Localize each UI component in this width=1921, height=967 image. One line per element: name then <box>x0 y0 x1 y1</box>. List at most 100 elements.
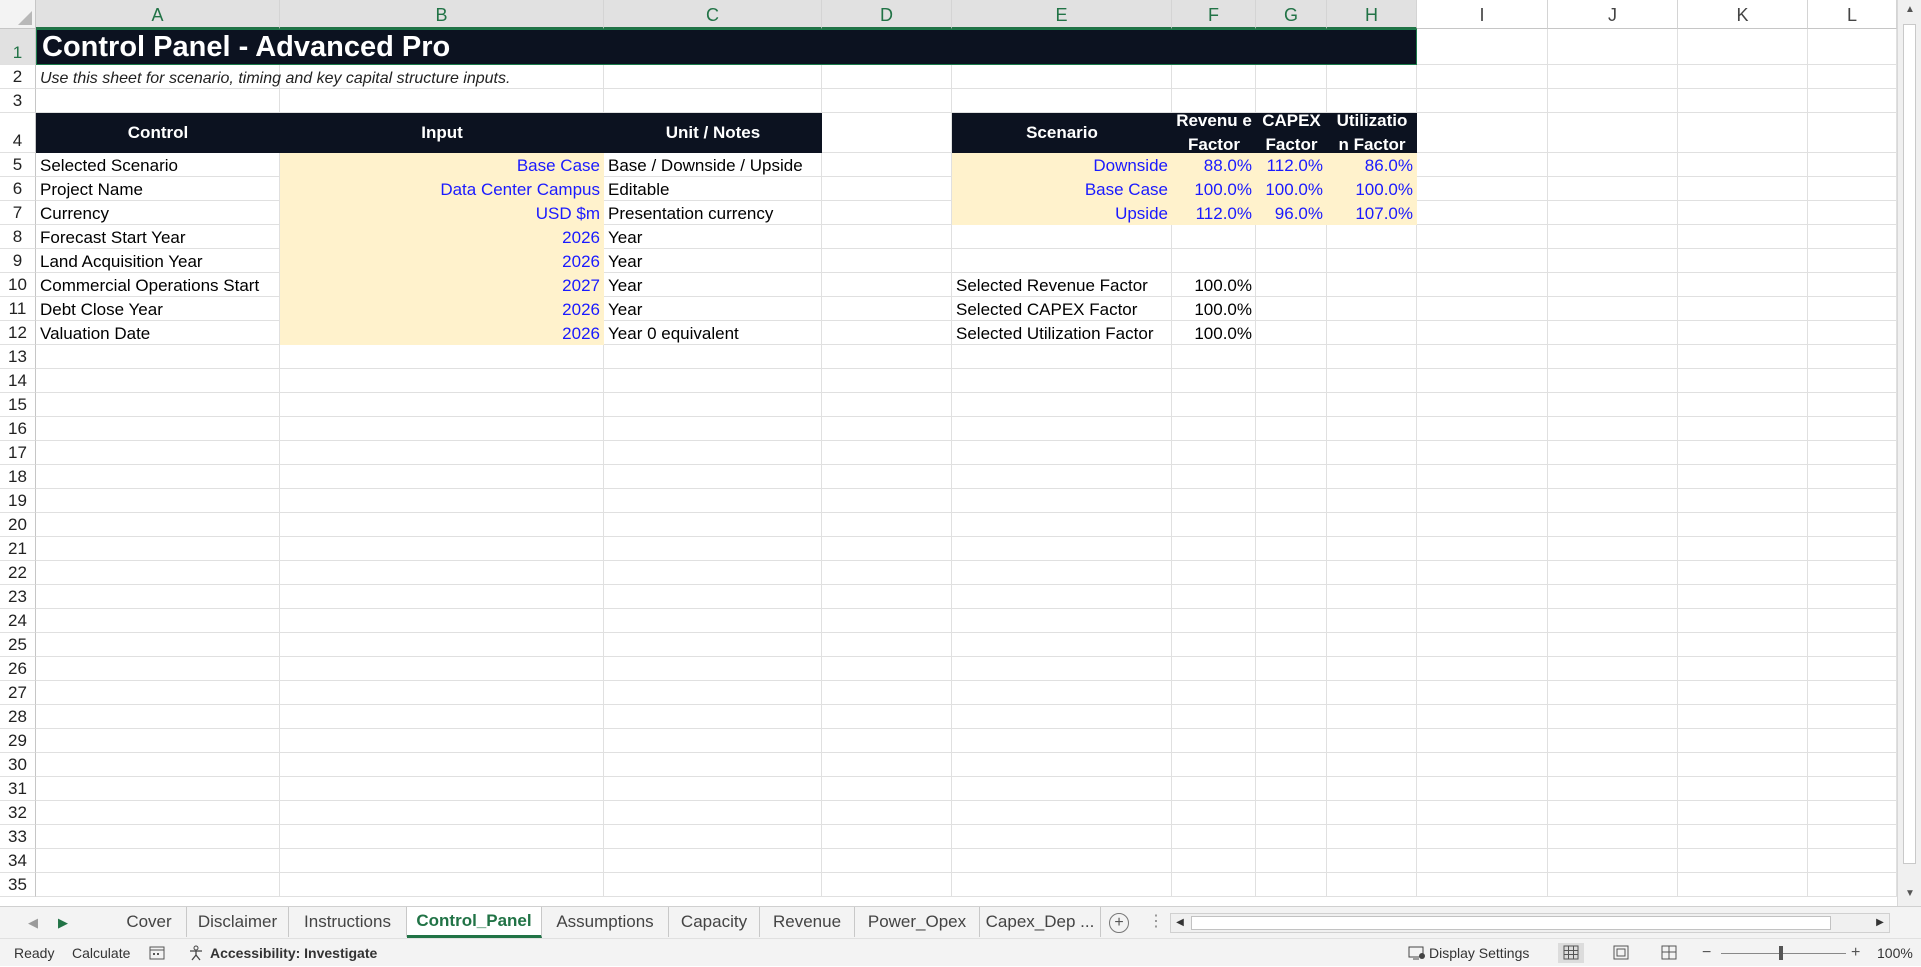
column-header-l[interactable]: L <box>1808 0 1897 29</box>
column-header-g[interactable]: G <box>1256 0 1327 29</box>
row-header-9[interactable]: 9 <box>0 249 36 273</box>
row-header-22[interactable]: 22 <box>0 561 36 585</box>
row-header-35[interactable]: 35 <box>0 873 36 897</box>
subtitle-cell[interactable]: Use this sheet for scenario, timing and … <box>36 65 1417 89</box>
control-input[interactable]: 2026 <box>280 297 604 321</box>
row-header-6[interactable]: 6 <box>0 177 36 201</box>
row-header-1[interactable]: 1 <box>0 29 36 65</box>
scroll-left-icon[interactable]: ◀ <box>1171 914 1189 932</box>
sheet-tab-control-panel[interactable]: Control_Panel <box>407 907 542 938</box>
control-note[interactable]: Editable <box>604 177 822 201</box>
zoom-in-icon[interactable]: + <box>1851 939 1860 967</box>
zoom-out-icon[interactable]: − <box>1702 939 1711 967</box>
sheet-title-cell[interactable]: Control Panel - Advanced Pro <box>36 29 1417 65</box>
selected-factor-value[interactable]: 100.0% <box>1172 297 1256 321</box>
scenario-utilization-factor[interactable]: 86.0% <box>1327 153 1417 177</box>
column-header-j[interactable]: J <box>1548 0 1678 29</box>
header-capex-factor[interactable]: CAPEX Factor <box>1256 113 1327 153</box>
scroll-right-icon[interactable]: ▶ <box>1871 914 1889 932</box>
scroll-up-icon[interactable]: ▲ <box>1898 0 1921 20</box>
row-header-19[interactable]: 19 <box>0 489 36 513</box>
page-break-view-icon[interactable] <box>1656 943 1682 963</box>
column-header-d[interactable]: D <box>822 0 952 29</box>
column-header-k[interactable]: K <box>1678 0 1808 29</box>
column-header-a[interactable]: A <box>36 0 280 29</box>
control-label[interactable]: Commercial Operations Start <box>36 273 280 297</box>
page-layout-view-icon[interactable] <box>1608 943 1634 963</box>
zoom-level[interactable]: 100% <box>1877 939 1913 967</box>
row-header-26[interactable]: 26 <box>0 657 36 681</box>
row-header-17[interactable]: 17 <box>0 441 36 465</box>
sheet-tab-power-opex[interactable]: Power_Opex <box>855 907 980 937</box>
zoom-slider[interactable] <box>1721 953 1846 954</box>
row-header-12[interactable]: 12 <box>0 321 36 345</box>
row-header-20[interactable]: 20 <box>0 513 36 537</box>
control-note[interactable]: Base / Downside / Upside <box>604 153 822 177</box>
row-header-5[interactable]: 5 <box>0 153 36 177</box>
more-options-icon[interactable]: ⋮ <box>1148 911 1164 931</box>
scenario-revenue-factor[interactable]: 88.0% <box>1172 153 1256 177</box>
accessibility-icon[interactable] <box>188 939 206 967</box>
macro-record-icon[interactable] <box>149 939 165 967</box>
selected-factor-label[interactable]: Selected Utilization Factor <box>952 321 1172 345</box>
control-note[interactable]: Year <box>604 225 822 249</box>
vertical-scrollbar[interactable]: ▲ ▼ <box>1897 0 1921 906</box>
tab-scroll-right-icon[interactable]: ▶ <box>48 907 78 939</box>
row-header-15[interactable]: 15 <box>0 393 36 417</box>
horizontal-scroll-thumb[interactable] <box>1191 916 1831 930</box>
header-scenario[interactable]: Scenario <box>952 113 1172 153</box>
column-header-h[interactable]: H <box>1327 0 1417 29</box>
row-header-23[interactable]: 23 <box>0 585 36 609</box>
row-header-30[interactable]: 30 <box>0 753 36 777</box>
display-settings-icon[interactable] <box>1408 939 1426 967</box>
row-header-33[interactable]: 33 <box>0 825 36 849</box>
row-header-8[interactable]: 8 <box>0 225 36 249</box>
control-label[interactable]: Currency <box>36 201 280 225</box>
scenario-revenue-factor[interactable]: 100.0% <box>1172 177 1256 201</box>
control-label[interactable]: Forecast Start Year <box>36 225 280 249</box>
row-header-14[interactable]: 14 <box>0 369 36 393</box>
display-settings-button[interactable]: Display Settings <box>1429 939 1529 967</box>
control-input[interactable]: 2026 <box>280 321 604 345</box>
column-header-f[interactable]: F <box>1172 0 1256 29</box>
control-label[interactable]: Debt Close Year <box>36 297 280 321</box>
selected-factor-label[interactable]: Selected Revenue Factor <box>952 273 1172 297</box>
scenario-utilization-factor[interactable]: 107.0% <box>1327 201 1417 225</box>
sheet-tab-assumptions[interactable]: Assumptions <box>542 907 669 937</box>
zoom-slider-thumb[interactable] <box>1779 946 1783 960</box>
control-input[interactable]: 2026 <box>280 225 604 249</box>
scenario-name[interactable]: Upside <box>952 201 1172 225</box>
control-input[interactable]: USD $m <box>280 201 604 225</box>
control-input[interactable]: Data Center Campus <box>280 177 604 201</box>
scenario-name[interactable]: Base Case <box>952 177 1172 201</box>
accessibility-status[interactable]: Accessibility: Investigate <box>210 939 377 967</box>
column-header-i[interactable]: I <box>1417 0 1548 29</box>
select-all-corner[interactable] <box>0 0 36 29</box>
tab-scroll-left-icon[interactable]: ◀ <box>18 907 48 939</box>
row-header-11[interactable]: 11 <box>0 297 36 321</box>
row-header-18[interactable]: 18 <box>0 465 36 489</box>
row-header-32[interactable]: 32 <box>0 801 36 825</box>
row-header-27[interactable]: 27 <box>0 681 36 705</box>
sheet-tab-capex-dep[interactable]: Capex_Dep ... <box>980 907 1101 937</box>
column-header-b[interactable]: B <box>280 0 604 29</box>
control-label[interactable]: Project Name <box>36 177 280 201</box>
sheet-tab-revenue[interactable]: Revenue <box>760 907 855 937</box>
column-header-c[interactable]: C <box>604 0 822 29</box>
row-header-29[interactable]: 29 <box>0 729 36 753</box>
control-label[interactable]: Land Acquisition Year <box>36 249 280 273</box>
calculate-button[interactable]: Calculate <box>72 939 130 967</box>
control-note[interactable]: Year <box>604 249 822 273</box>
header-utilization-factor[interactable]: Utilizatio n Factor <box>1327 113 1417 153</box>
sheet-tab-instructions[interactable]: Instructions <box>289 907 407 937</box>
selected-factor-value[interactable]: 100.0% <box>1172 321 1256 345</box>
header-input[interactable]: Input <box>280 113 604 153</box>
control-input[interactable]: 2027 <box>280 273 604 297</box>
control-note[interactable]: Year <box>604 297 822 321</box>
row-header-2[interactable]: 2 <box>0 65 36 89</box>
scenario-capex-factor[interactable]: 96.0% <box>1256 201 1327 225</box>
control-note[interactable]: Year <box>604 273 822 297</box>
scenario-capex-factor[interactable]: 112.0% <box>1256 153 1327 177</box>
vertical-scroll-thumb[interactable] <box>1903 24 1916 864</box>
scroll-down-icon[interactable]: ▼ <box>1898 884 1921 904</box>
